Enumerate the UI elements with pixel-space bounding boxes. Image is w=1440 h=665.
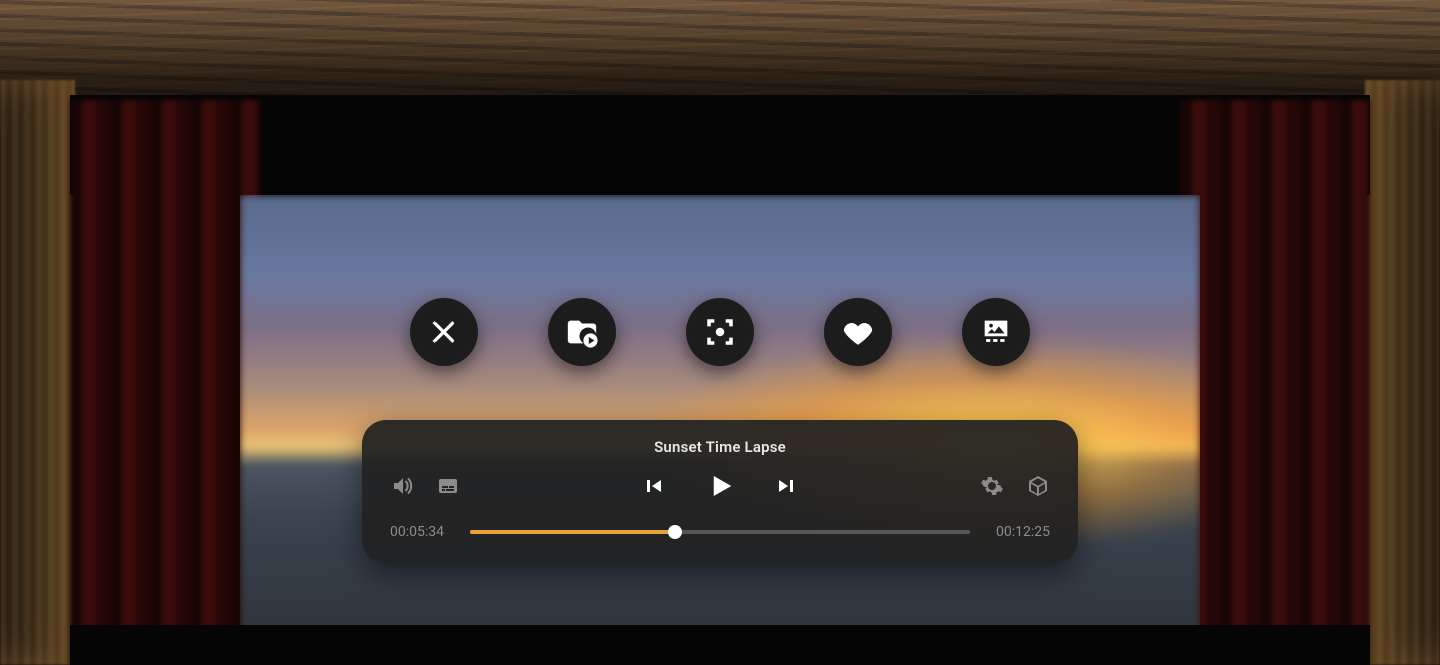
volume-button[interactable] (390, 474, 414, 498)
curtain-right (1180, 100, 1370, 665)
seek-fill (470, 530, 675, 534)
focus-button[interactable] (686, 298, 754, 366)
screen-black-top (70, 95, 1370, 195)
total-time: 00:12:25 (988, 524, 1050, 540)
current-time: 00:05:34 (390, 524, 452, 540)
close-button[interactable] (410, 298, 478, 366)
controls-row (390, 474, 1050, 498)
curtain-left (70, 100, 260, 665)
skip-next-icon (775, 474, 799, 498)
player-panel: Sunset Time Lapse (362, 420, 1078, 564)
center-focus-icon (703, 315, 737, 349)
settings-button[interactable] (980, 474, 1004, 498)
overlay-action-row (0, 298, 1440, 366)
play-icon (705, 471, 735, 501)
favorite-button[interactable] (824, 298, 892, 366)
seek-track[interactable] (470, 530, 970, 534)
volume-icon (390, 474, 414, 498)
view3d-button[interactable] (1026, 474, 1050, 498)
wall-left (0, 80, 75, 665)
subtitles-icon (436, 474, 460, 498)
heart-icon (841, 315, 875, 349)
next-button[interactable] (775, 474, 799, 498)
skip-previous-icon (641, 474, 665, 498)
ambient-mode-button[interactable] (962, 298, 1030, 366)
play-button[interactable] (705, 471, 735, 501)
track-title: Sunset Time Lapse (390, 438, 1050, 456)
seek-thumb[interactable] (668, 525, 682, 539)
close-icon (427, 315, 461, 349)
subtitles-button[interactable] (436, 474, 460, 498)
gear-icon (980, 474, 1004, 498)
wall-right (1365, 80, 1440, 665)
screen-black-bottom (70, 625, 1370, 665)
cube-icon (1026, 474, 1050, 498)
open-folder-button[interactable] (548, 298, 616, 366)
ambient-screen-icon (979, 315, 1013, 349)
progress-row: 00:05:34 00:12:25 (390, 524, 1050, 540)
previous-button[interactable] (641, 474, 665, 498)
folder-play-icon (565, 315, 599, 349)
